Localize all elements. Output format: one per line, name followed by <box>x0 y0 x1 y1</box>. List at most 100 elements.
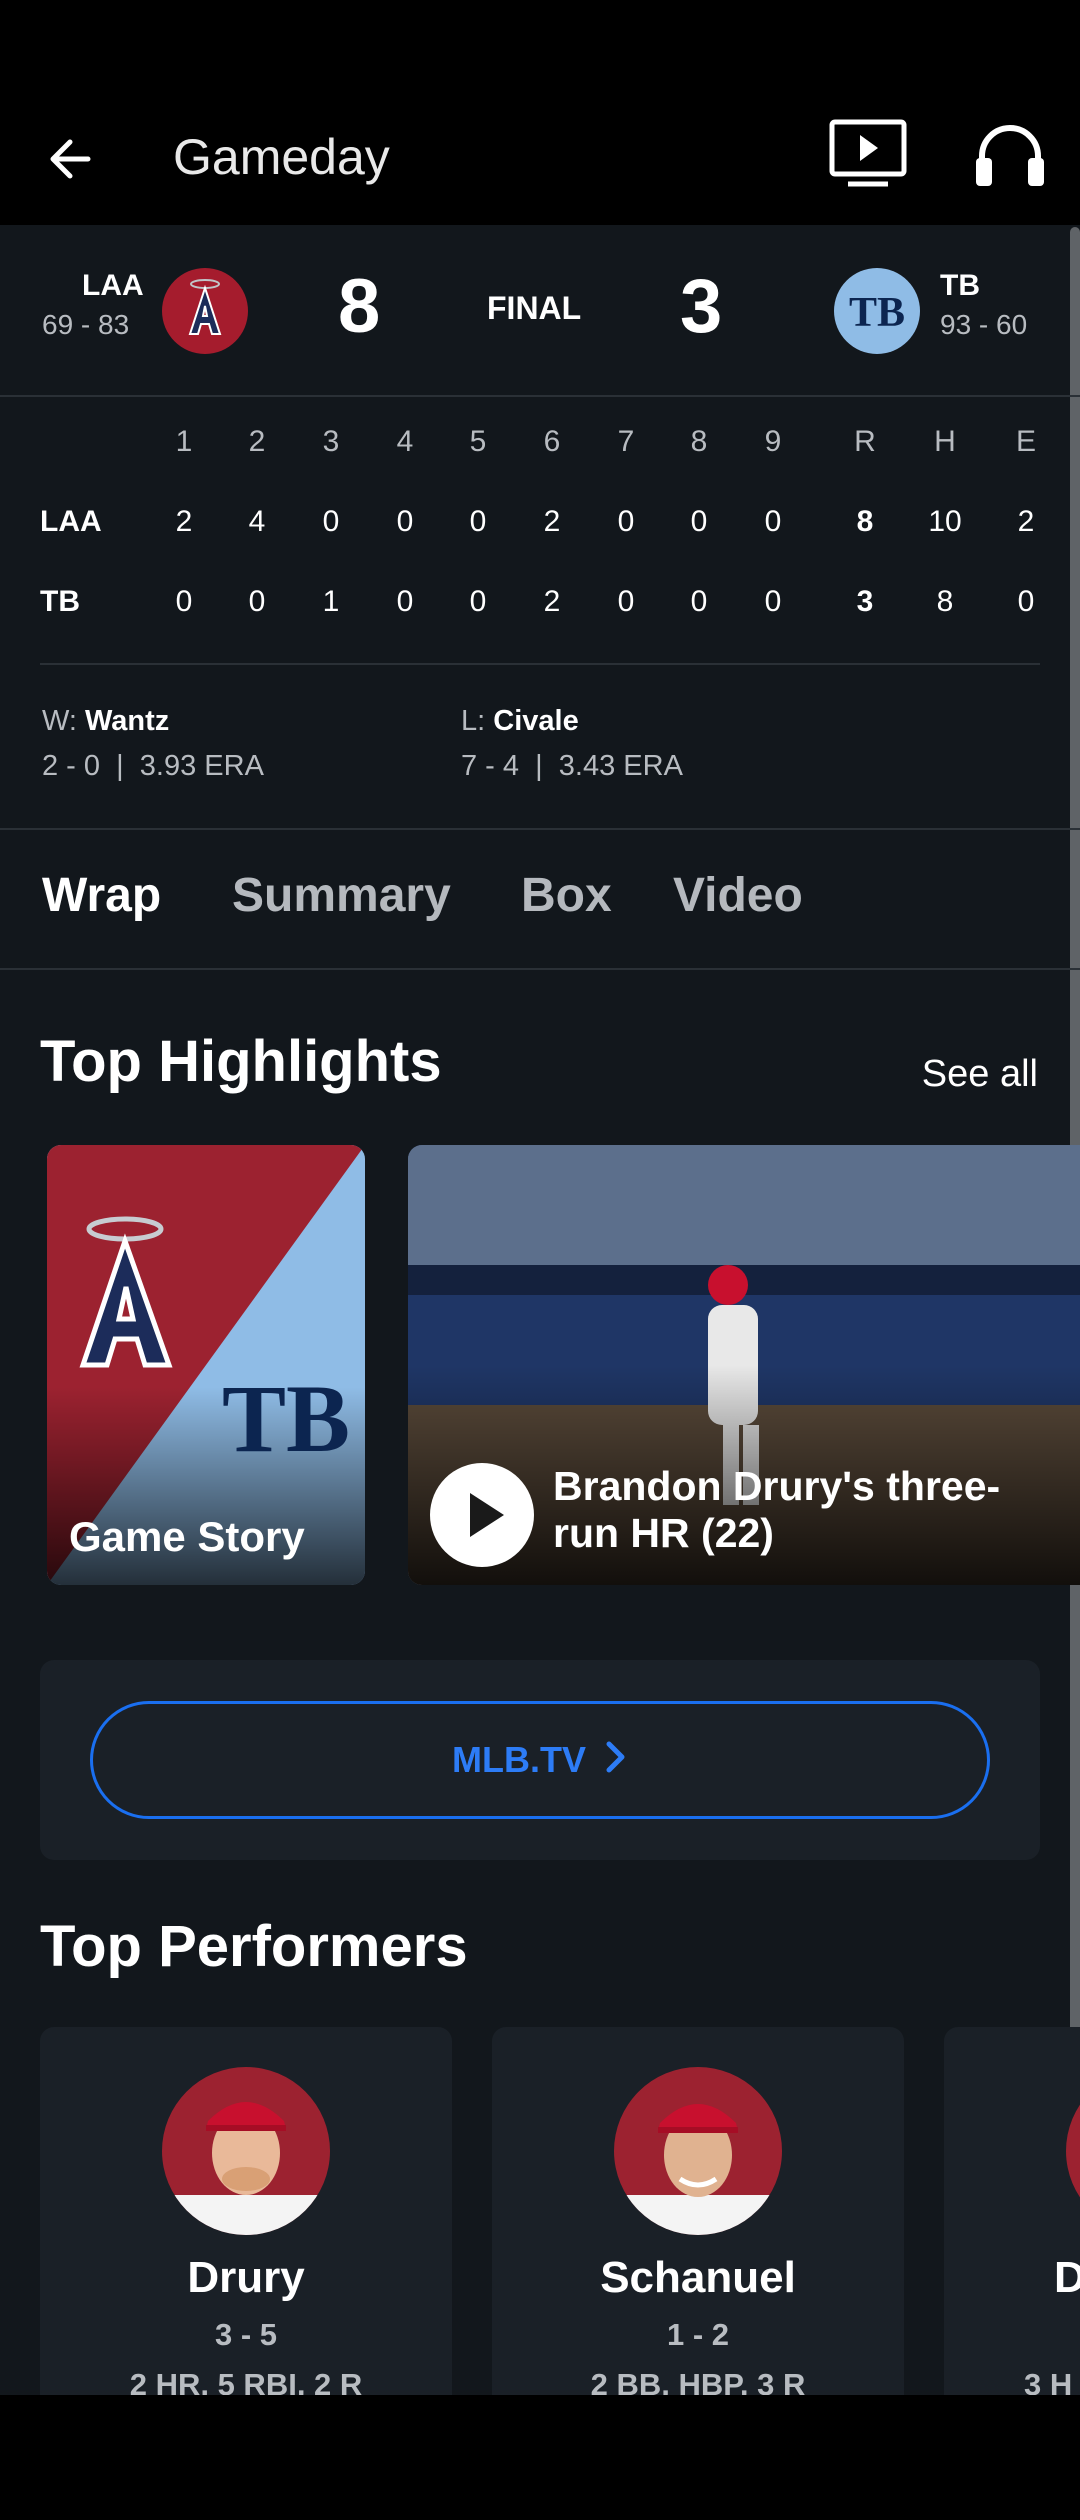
team-errors: 2 <box>1017 505 1035 538</box>
inning-header: 8 <box>690 425 708 458</box>
inning-score: 0 <box>175 585 193 618</box>
tab-summary[interactable]: Summary <box>232 868 451 923</box>
rays-logo: TB <box>221 1363 351 1478</box>
mlbtv-label: MLB.TV <box>452 1739 586 1780</box>
performer-line: 3 - 5 <box>214 2317 278 2352</box>
away-runs: 8 <box>338 264 381 349</box>
inning-score: 0 <box>396 505 414 538</box>
rays-logo[interactable]: TB <box>834 268 920 354</box>
inning-score: 0 <box>322 505 340 538</box>
away-team-abbr: LAA <box>82 269 144 302</box>
inning-score: 0 <box>469 585 487 618</box>
page-title: Gameday <box>173 129 390 185</box>
linescore-table[interactable]: 1 2 3 4 5 6 7 8 9 R H E LAA 2 4 0 0 0 2 … <box>0 425 1080 665</box>
team-runs: 3 <box>856 585 874 618</box>
inning-header: 5 <box>469 425 487 458</box>
divider <box>0 968 1080 970</box>
losing-pitcher[interactable]: L: Civale 7 - 4 | 3.43 ERA <box>461 705 683 783</box>
gameday-content[interactable]: LAA 69 - 83 8 FINAL 3 TB TB 93 - 60 1 2 … <box>0 225 1080 2395</box>
runs-header: R <box>854 425 876 458</box>
linescore-team-laa: LAA <box>40 505 102 538</box>
chevron-right-icon <box>604 1706 628 1818</box>
inning-header: 3 <box>322 425 340 458</box>
status-bar <box>0 0 1080 90</box>
inning-header: 4 <box>396 425 414 458</box>
performer-card[interactable]: Drury 3 - 5 2 HR, 5 RBI, 2 R <box>40 2027 452 2395</box>
see-all-link[interactable]: See all <box>922 1053 1038 1096</box>
svg-text:TB: TB <box>222 1365 350 1472</box>
performer-stats: 3 H <box>1024 2367 1073 2395</box>
inning-header: 6 <box>543 425 561 458</box>
team-hits: 10 <box>928 505 962 538</box>
inning-score: 0 <box>396 585 414 618</box>
tab-wrap[interactable]: Wrap <box>42 868 161 923</box>
home-team-record: 93 - 60 <box>940 309 1028 340</box>
inning-score: 0 <box>764 505 782 538</box>
system-nav-bar <box>0 2395 1080 2520</box>
errors-header: E <box>1015 425 1036 458</box>
inning-score: 0 <box>248 585 266 618</box>
away-team-record: 69 - 83 <box>42 309 130 340</box>
game-status: FINAL <box>487 290 582 326</box>
tab-box[interactable]: Box <box>521 868 612 923</box>
performer-card[interactable]: D 3 H <box>944 2027 1080 2395</box>
score-header: LAA 69 - 83 8 FINAL 3 TB TB 93 - 60 <box>0 225 1080 395</box>
mlbtv-button[interactable]: MLB.TV <box>90 1701 990 1819</box>
avatar <box>162 2067 330 2235</box>
avatar <box>614 2067 782 2235</box>
performer-stats: 2 BB, HBP, 3 R <box>590 2367 806 2395</box>
inning-score: 0 <box>690 585 708 618</box>
inning-score: 2 <box>175 505 193 538</box>
performer-line: 1 - 2 <box>666 2317 730 2352</box>
winning-pitcher-stats: 2 - 0 | 3.93 ERA <box>42 750 264 782</box>
team-hits: 8 <box>936 585 954 618</box>
highlight-video-card[interactable]: Brandon Drury's three-run HR (22) <box>408 1145 1080 1585</box>
divider <box>40 663 1040 665</box>
performers-title: Top Performers <box>40 1914 468 1979</box>
angels-logo <box>67 1205 187 1380</box>
inning-header: 2 <box>248 425 266 458</box>
headphones-icon[interactable] <box>970 114 1050 194</box>
winning-pitcher-name: W: Wantz <box>42 705 170 737</box>
team-runs: 8 <box>856 505 874 538</box>
performer-name: D <box>1054 2253 1080 2302</box>
tab-video[interactable]: Video <box>673 868 803 923</box>
inning-header: 1 <box>175 425 193 458</box>
performer-card[interactable]: Schanuel 1 - 2 2 BB, HBP, 3 R <box>492 2027 904 2395</box>
svg-text:TB: TB <box>849 290 905 336</box>
back-arrow-icon[interactable] <box>40 124 110 194</box>
inning-score: 0 <box>690 505 708 538</box>
losing-pitcher-name: L: Civale <box>461 705 579 737</box>
inning-score: 1 <box>322 585 340 618</box>
game-story-label: Game Story <box>69 1513 305 1560</box>
highlights-title: Top Highlights <box>40 1029 442 1094</box>
performer-name: Schanuel <box>600 2253 796 2302</box>
inning-score: 2 <box>543 585 561 618</box>
inning-score: 0 <box>617 585 635 618</box>
highlight-video-title: Brandon Drury's three-run HR (22) <box>553 1463 1001 1556</box>
performer-stats: 2 HR, 5 RBI, 2 R <box>129 2367 363 2395</box>
losing-pitcher-stats: 7 - 4 | 3.43 ERA <box>461 750 683 782</box>
team-errors: 0 <box>1017 585 1035 618</box>
inning-header: 9 <box>764 425 782 458</box>
divider <box>0 395 1080 397</box>
avatar <box>1066 2067 1080 2235</box>
linescore-team-tb: TB <box>40 585 80 618</box>
inning-score: 0 <box>469 505 487 538</box>
inning-score: 0 <box>764 585 782 618</box>
inning-score: 0 <box>617 505 635 538</box>
inning-header: 7 <box>617 425 635 458</box>
game-story-card[interactable]: TB Game Story <box>47 1145 365 1585</box>
tv-play-icon[interactable] <box>828 118 908 190</box>
mlbtv-promo: MLB.TV <box>40 1660 1040 1860</box>
angels-logo[interactable] <box>162 268 248 354</box>
app-bar: Gameday <box>0 90 1080 225</box>
inning-score: 2 <box>543 505 561 538</box>
game-tabs: Wrap Summary Box Video <box>0 828 1080 968</box>
performer-name: Drury <box>187 2253 305 2302</box>
winning-pitcher[interactable]: W: Wantz 2 - 0 | 3.93 ERA <box>42 705 264 783</box>
hits-header: H <box>934 425 956 458</box>
home-runs: 3 <box>680 264 723 349</box>
inning-score: 4 <box>248 505 266 538</box>
play-icon[interactable] <box>430 1463 534 1567</box>
